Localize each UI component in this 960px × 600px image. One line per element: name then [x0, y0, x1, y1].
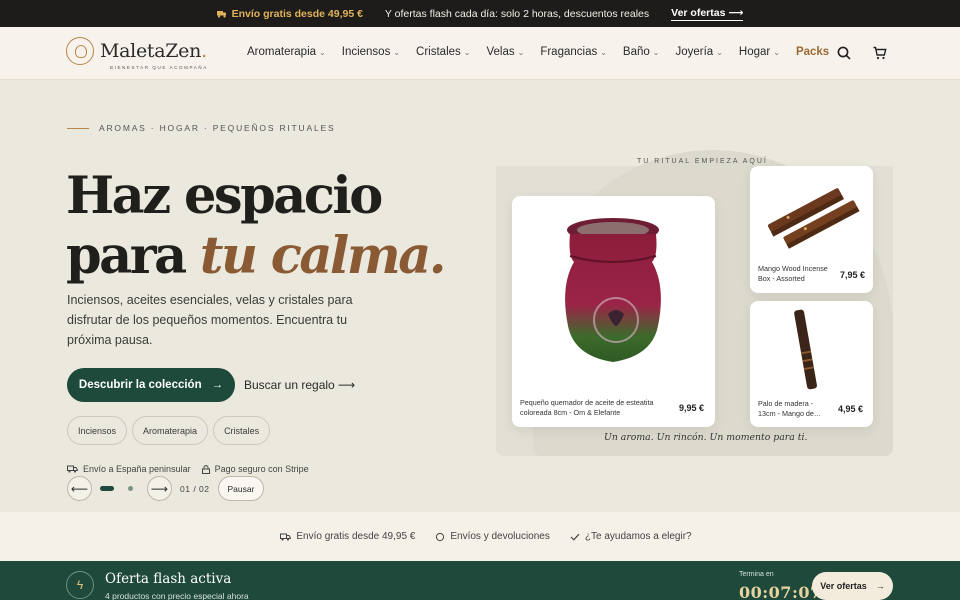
chip-inciensos[interactable]: Inciensos [67, 416, 128, 445]
nav-item-joyeria[interactable]: Joyería ⌄ [675, 46, 722, 58]
arrow-left-icon: ⟵ [70, 481, 89, 496]
lotus-logo-icon [66, 37, 94, 65]
truck-icon [280, 533, 292, 541]
hero-lead: Inciensos, aceites esenciales, velas y c… [67, 293, 353, 347]
carousel-dot-1[interactable] [100, 486, 114, 491]
flash-offer-bar: ϟ Oferta flash activa 4 productos con pr… [0, 561, 960, 600]
nav-item-packs[interactable]: Packs [796, 46, 829, 58]
chevron-down-icon: ⌄ [600, 47, 607, 57]
cart-icon[interactable] [872, 45, 888, 61]
oil-burner-image [565, 218, 661, 362]
nav-item-hogar[interactable]: Hogar ⌄ [739, 46, 780, 58]
return-icon [436, 532, 445, 541]
logo-wordmark: MaletaZen. [100, 40, 207, 62]
category-chips: Inciensos Aromaterapia Cristales [67, 416, 271, 445]
search-icon[interactable] [836, 45, 852, 61]
chevron-down-icon: ⌄ [393, 47, 401, 57]
lightning-icon: ϟ [66, 571, 94, 599]
header-actions [836, 45, 888, 61]
info-strip: Envío gratis desde 49,95 € Envíos y devo… [0, 512, 960, 561]
nav-item-inciensos[interactable]: Inciensos ⌄ [342, 46, 400, 58]
carousel-prev-button[interactable]: ⟵ [67, 476, 92, 501]
chip-aromaterapia[interactable]: Aromaterapia [132, 416, 209, 445]
showcase-kicker: TU RITUAL EMPIEZA AQUÍ [637, 158, 768, 165]
product-card-wooden-stick[interactable]: Palo de madera - 13cm - Mango de… 4,95 € [750, 301, 873, 427]
flash-offers-text: Y ofertas flash cada día: solo 2 horas, … [384, 7, 650, 20]
product-price: 9,95 € [679, 403, 705, 413]
product-card-burner[interactable]: Pequeño quemador de aceite de esteatita … [512, 196, 715, 427]
carousel-dot-2[interactable] [128, 486, 133, 491]
flash-countdown: 00:07:07 [739, 583, 822, 600]
carousel-controls: ⟵ ⟶ 01 / 02 Pausar [67, 476, 265, 501]
free-shipping-notice: Envío gratis desde 49,95 € [216, 8, 363, 20]
chevron-down-icon: ⌄ [319, 47, 326, 57]
chevron-down-icon: ⌄ [773, 47, 780, 57]
flash-offers-button[interactable]: Ver ofertas → [812, 572, 893, 600]
chevron-down-icon: ⌄ [652, 47, 660, 57]
showcase-caption: Un aroma. Un rincón. Un momento para ti. [604, 432, 808, 443]
chevron-down-icon: ⌄ [716, 47, 723, 57]
trust-badges: Envío a España peninsular Pago seguro co… [67, 464, 309, 474]
eyebrow-divider [67, 127, 89, 129]
carousel-next-button[interactable]: ⟶ [147, 476, 172, 501]
nav-item-fragancias[interactable]: Fragancias ⌄ [540, 46, 607, 58]
discover-collection-button[interactable]: Descubrir la colección → [67, 368, 235, 402]
announcement-offers-link[interactable]: Ver ofertas ⟶ [671, 7, 744, 21]
chevron-down-icon: ⌄ [517, 47, 525, 57]
chevron-down-icon: ⌄ [463, 47, 471, 57]
lock-icon [201, 464, 210, 474]
product-card-incense-box[interactable]: Mango Wood Incense Box - Assorted 7,95 € [750, 166, 873, 293]
flash-ends-label: Termina en [739, 571, 774, 578]
main-nav: Aromaterapia ⌄ Inciensos ⌄ Cristales ⌄ Vela… [247, 46, 845, 58]
incense-box-image [767, 188, 860, 249]
carousel-pause-button[interactable]: Pausar [217, 476, 265, 501]
truck-icon [67, 465, 78, 473]
nav-item-cristales[interactable]: Cristales ⌄ [416, 46, 470, 58]
flash-subtitle: 4 productos con precio especial ahora [105, 591, 249, 600]
check-icon [570, 533, 580, 541]
flash-title: Oferta flash activa [105, 571, 232, 587]
arrow-right-icon: → [875, 581, 885, 591]
product-name: Pequeño quemador de aceite de esteatita … [520, 398, 654, 417]
strip-shipping-returns[interactable]: Envíos y devoluciones [435, 531, 550, 542]
logo-tagline: BIENESTAR QUE ACOMPAÑA [110, 65, 208, 70]
product-name: Mango Wood Incense Box - Assorted [758, 264, 828, 283]
secure-payment-badge: Pago seguro con Stripe [201, 464, 309, 474]
product-price: 7,95 € [840, 270, 866, 280]
nav-item-aromaterapia[interactable]: Aromaterapia ⌄ [247, 46, 326, 58]
strip-help-choose[interactable]: ¿Te ayudamos a elegir? [570, 531, 692, 542]
product-price: 4,95 € [838, 404, 864, 414]
strip-free-shipping: Envío gratis desde 49,95 € [280, 531, 415, 542]
announcement-bar: Envío gratis desde 49,95 € Y ofertas fla… [0, 0, 960, 27]
hero-title: Haz espacio para tu calma. [66, 166, 447, 286]
shipping-badge: Envío a España peninsular [67, 464, 191, 474]
nav-item-velas[interactable]: Velas ⌄ [486, 46, 524, 58]
truck-icon [216, 10, 226, 18]
arrow-right-icon: ⟶ [150, 481, 169, 496]
wooden-stick-image [794, 309, 817, 390]
hero-eyebrow: AROMAS · HOGAR · PEQUEÑOS RITUALES [67, 123, 335, 133]
arrow-right-icon: → [211, 379, 224, 391]
logo[interactable]: MaletaZen. BIENESTAR QUE ACOMPAÑA [66, 37, 207, 70]
carousel-counter: 01 / 02 [180, 483, 210, 494]
product-name: Palo de madera - 13cm - Mango de… [758, 399, 822, 418]
nav-item-bano[interactable]: Baño ⌄ [623, 46, 660, 58]
find-gift-link[interactable]: Buscar un regalo ⟶ [244, 378, 355, 392]
site-header: MaletaZen. BIENESTAR QUE ACOMPAÑA Aromat… [0, 27, 960, 80]
chip-cristales[interactable]: Cristales [213, 416, 271, 445]
